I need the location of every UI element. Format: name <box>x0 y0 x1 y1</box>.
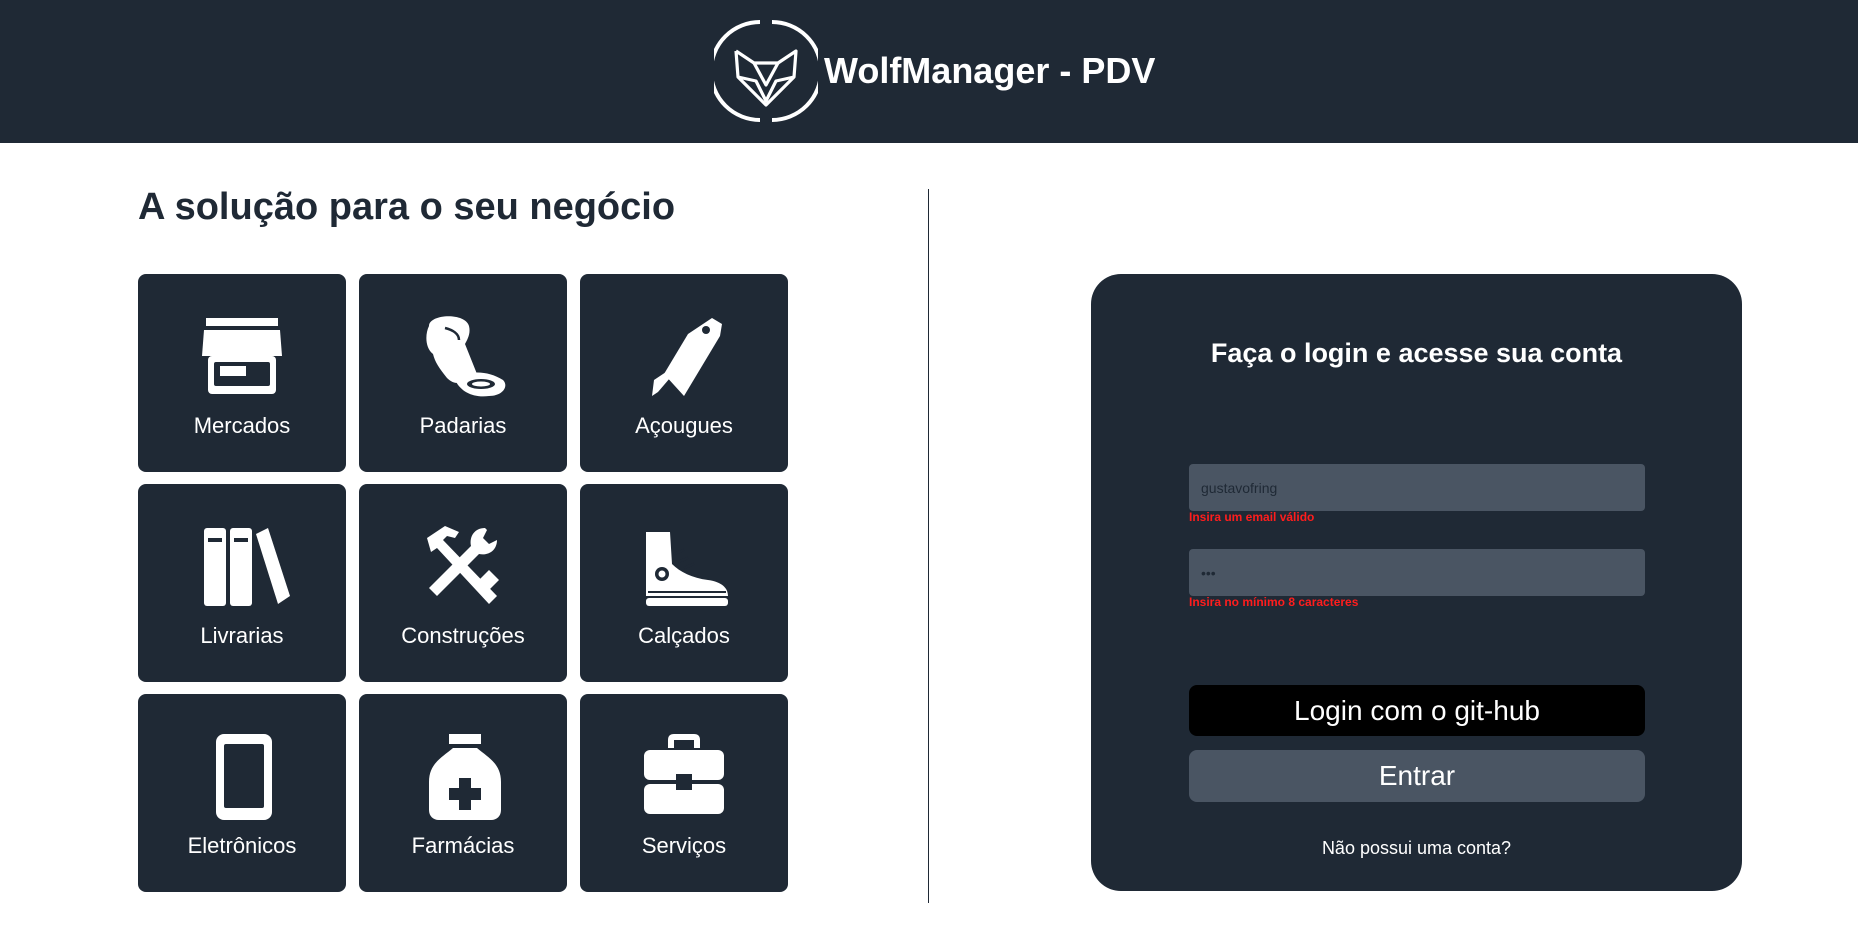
store-icon <box>202 318 282 394</box>
page-headline: A solução para o seu negócio <box>138 186 676 228</box>
toolbox-icon <box>644 734 724 814</box>
vertical-divider <box>928 189 929 903</box>
category-tile-livrarias[interactable]: Livrarias <box>138 484 346 682</box>
category-tile-construcoes[interactable]: Construções <box>359 484 567 682</box>
books-icon <box>204 528 290 606</box>
signup-link[interactable]: Não possui uma conta? <box>1091 838 1742 859</box>
category-label: Mercados <box>193 413 291 438</box>
brand[interactable]: WolfManager - PDV <box>714 19 1155 123</box>
github-login-button[interactable]: Login com o git-hub <box>1189 685 1645 736</box>
category-tile-calcados[interactable]: Calçados <box>580 484 788 682</box>
category-tile-eletronicos[interactable]: Eletrônicos <box>138 694 346 892</box>
login-title: Faça o login e acesse sua conta <box>1210 338 1623 368</box>
category-grid: Mercados Padarias Açougues Livrarias Con… <box>138 274 788 892</box>
top-bar: WolfManager - PDV <box>0 0 1858 143</box>
category-label: Eletrônicos <box>187 833 297 858</box>
brand-title: WolfManager - PDV <box>824 50 1156 91</box>
login-card: Faça o login e acesse sua conta Insira u… <box>1091 274 1742 891</box>
tools-icon <box>427 526 499 604</box>
email-error-message: Insira um email válido <box>1189 510 1315 524</box>
category-label: Serviços <box>641 833 727 858</box>
cleaver-icon <box>652 318 722 396</box>
category-tile-mercados[interactable]: Mercados <box>138 274 346 472</box>
category-label: Farmácias <box>411 833 515 858</box>
wolf-logo-icon <box>714 20 818 122</box>
category-tile-servicos[interactable]: Serviços <box>580 694 788 892</box>
category-label: Calçados <box>638 623 730 648</box>
category-tile-padarias[interactable]: Padarias <box>359 274 567 472</box>
email-field[interactable] <box>1189 464 1645 511</box>
sneaker-icon <box>646 532 728 606</box>
password-error-message: Insira no mínimo 8 caracteres <box>1189 595 1359 609</box>
category-tile-acougues[interactable]: Açougues <box>580 274 788 472</box>
bread-icon <box>426 316 506 397</box>
medicine-bottle-icon <box>429 734 501 820</box>
category-label: Livrarias <box>200 623 284 648</box>
password-field[interactable] <box>1189 549 1645 596</box>
enter-button[interactable]: Entrar <box>1189 750 1645 802</box>
phone-icon <box>216 734 272 820</box>
category-label: Açougues <box>635 413 733 438</box>
category-tile-farmacias[interactable]: Farmácias <box>359 694 567 892</box>
category-label: Construções <box>401 623 525 648</box>
category-label: Padarias <box>419 413 507 438</box>
